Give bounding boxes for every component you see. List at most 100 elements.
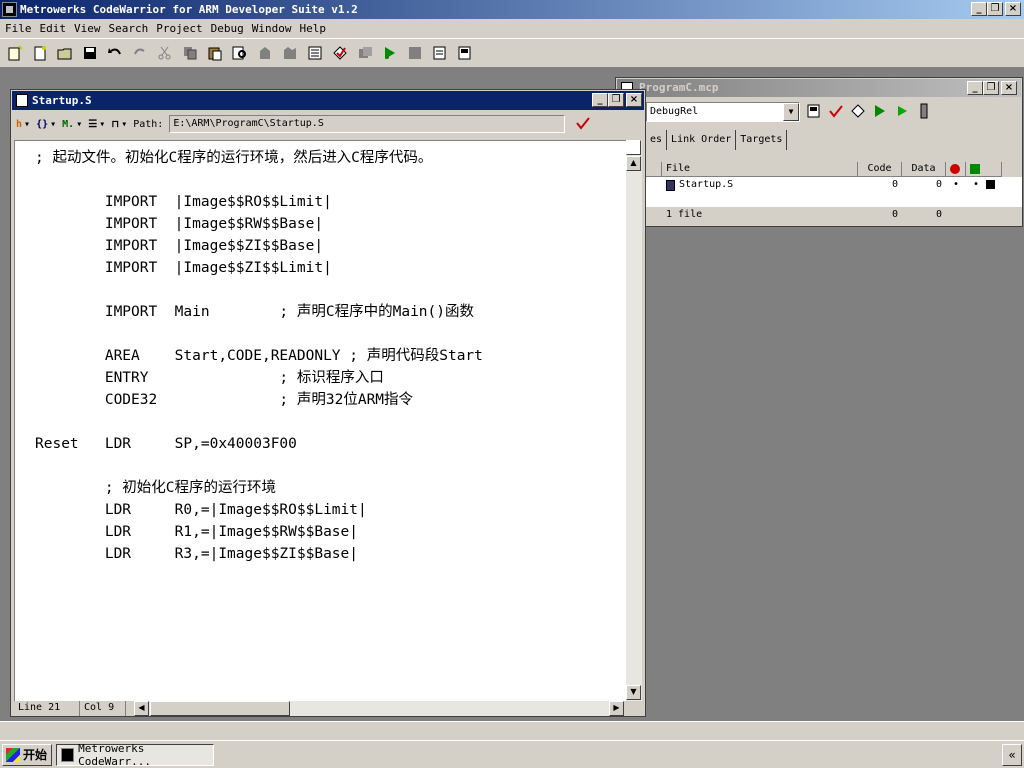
chevron-down-icon[interactable]: ▼ xyxy=(783,103,799,121)
settings-icon[interactable] xyxy=(429,42,451,64)
menu-search[interactable]: Search xyxy=(106,22,152,35)
editor-title-text: Startup.S xyxy=(32,94,92,107)
markers-popup[interactable]: M. ▾ xyxy=(62,119,82,130)
code-line[interactable]: LDR R1,=|Image$$RW$$Base| xyxy=(35,521,358,543)
split-box[interactable] xyxy=(626,140,641,155)
redo-icon[interactable] xyxy=(129,42,151,64)
code-line[interactable]: CODE32 ; 声明32位ARM指令 xyxy=(35,389,413,411)
col-data-header[interactable]: Data xyxy=(902,162,946,177)
cut-icon[interactable] xyxy=(154,42,176,64)
menu-debug[interactable]: Debug xyxy=(208,22,247,35)
stop-icon[interactable] xyxy=(404,42,426,64)
code-line[interactable]: IMPORT |Image$$ZI$$Limit| xyxy=(35,257,332,279)
target-settings-icon[interactable] xyxy=(806,103,822,122)
file-target-flag[interactable]: • xyxy=(966,177,986,207)
col-file-header[interactable]: File xyxy=(662,162,858,177)
editor-window[interactable]: Startup.S _ ❐ × h ▾ {} ▾ M. ▾ ☰ ▾ ⊓ ▾ Path: E… xyxy=(10,89,646,717)
code-line[interactable]: ; 初始化C程序的运行环境 xyxy=(35,477,276,499)
target-settings-icon[interactable] xyxy=(454,42,476,64)
debug-icon[interactable] xyxy=(872,103,888,122)
table-row[interactable]: Startup.S 0 0 • • xyxy=(646,177,1022,207)
tab-link-order[interactable]: Link Order xyxy=(667,130,737,150)
menu-file[interactable]: File xyxy=(2,22,35,35)
minimize-button[interactable]: _ xyxy=(971,2,987,16)
tab-targets[interactable]: Targets xyxy=(736,130,788,150)
paste-icon[interactable] xyxy=(204,42,226,64)
file-name-cell[interactable]: Startup.S xyxy=(662,177,858,193)
document-settings-popup[interactable]: ☰ ▾ xyxy=(88,119,105,130)
editor-maximize-button[interactable]: ❐ xyxy=(608,93,624,107)
code-line[interactable]: AREA Start,CODE,READONLY ; 声明代码段Start xyxy=(35,345,483,367)
project-toolbar: DebugRel ▼ xyxy=(646,100,932,124)
find-icon[interactable] xyxy=(229,42,251,64)
new-file-icon[interactable] xyxy=(29,42,51,64)
compile-icon[interactable] xyxy=(279,42,301,64)
tab-files[interactable]: es xyxy=(646,130,668,150)
menu-project[interactable]: Project xyxy=(153,22,205,35)
editor-title-bar[interactable]: Startup.S _ ❐ × xyxy=(12,91,644,110)
project-close-button[interactable]: × xyxy=(1001,81,1017,95)
header-files-popup[interactable]: h ▾ xyxy=(16,119,30,130)
new-project-icon[interactable] xyxy=(4,42,26,64)
file-debug-flag[interactable]: • xyxy=(946,177,966,207)
bug-col-header[interactable] xyxy=(946,162,966,177)
taskbar-item-label: Metrowerks CodeWarr... xyxy=(78,741,151,768)
menu-view[interactable]: View xyxy=(71,22,104,35)
target-col-header[interactable] xyxy=(966,162,1002,177)
scroll-up-button[interactable]: ▲ xyxy=(626,156,641,171)
functions-popup[interactable]: {} ▾ xyxy=(36,119,56,130)
code-line[interactable]: LDR R0,=|Image$$RO$$Limit| xyxy=(35,499,367,521)
find-next-icon[interactable] xyxy=(254,42,276,64)
copy-icon[interactable] xyxy=(179,42,201,64)
code-line[interactable]: ; 起动文件。初始化C程序的运行环境，然后进入C程序代码。 xyxy=(35,147,432,169)
editor-close-button[interactable]: × xyxy=(626,93,642,107)
horizontal-scrollbar[interactable]: ◀ ▶ xyxy=(134,701,624,716)
code-editor[interactable]: ; 起动文件。初始化C程序的运行环境，然后进入C程序代码。 IMPORT |Im… xyxy=(14,140,626,702)
start-button[interactable]: 开始 xyxy=(2,743,52,766)
project-maximize-button[interactable]: ❐ xyxy=(983,81,999,95)
save-icon[interactable] xyxy=(79,42,101,64)
menu-edit[interactable]: Edit xyxy=(37,22,70,35)
path-field[interactable]: E:\ARM\ProgramC\Startup.S xyxy=(169,115,566,133)
restore-button[interactable]: ❐ xyxy=(987,2,1003,16)
menu-help[interactable]: Help xyxy=(296,22,329,35)
file-menu-icon[interactable] xyxy=(986,177,1002,207)
target-select[interactable]: DebugRel ▼ xyxy=(646,102,800,122)
open-icon[interactable] xyxy=(54,42,76,64)
project-minimize-button[interactable]: _ xyxy=(967,81,983,95)
menu-window[interactable]: Window xyxy=(249,22,295,35)
tray-expand-button[interactable]: « xyxy=(1002,744,1022,766)
codewarrior-app-icon[interactable] xyxy=(2,2,17,17)
undo-icon[interactable] xyxy=(104,42,126,64)
code-line[interactable]: Reset LDR SP,=0x40003F00 xyxy=(35,433,297,455)
scroll-down-button[interactable]: ▼ xyxy=(626,685,641,700)
code-line[interactable]: IMPORT |Image$$RW$$Base| xyxy=(35,213,323,235)
scroll-left-button[interactable]: ◀ xyxy=(134,701,149,716)
close-button[interactable]: × xyxy=(1005,2,1021,16)
code-line[interactable]: IMPORT |Image$$ZI$$Base| xyxy=(35,235,323,257)
debug-icon[interactable] xyxy=(379,42,401,64)
scroll-right-button[interactable]: ▶ xyxy=(609,701,624,716)
bring-up-to-date-icon[interactable] xyxy=(304,42,326,64)
run-icon[interactable] xyxy=(894,103,910,122)
horizontal-scroll-thumb[interactable] xyxy=(150,701,290,716)
col-code-header[interactable]: Code xyxy=(858,162,902,177)
taskbar-item-codewarrior[interactable]: Metrowerks CodeWarr... xyxy=(56,741,214,768)
main-toolbar xyxy=(0,38,1024,68)
vertical-scrollbar[interactable]: ▲ ▼ xyxy=(626,140,642,701)
code-line[interactable]: IMPORT Main ; 声明C程序中的Main()函数 xyxy=(35,301,474,323)
check-icon[interactable] xyxy=(575,115,591,134)
main-title-bar[interactable]: Metrowerks CodeWarrior for ARM Developer… xyxy=(0,0,1024,19)
code-line[interactable]: ENTRY ; 标识程序入口 xyxy=(35,367,384,389)
code-line[interactable]: LDR R3,=|Image$$ZI$$Base| xyxy=(35,543,358,565)
lock-popup[interactable]: ⊓ ▾ xyxy=(111,119,127,130)
check-icon[interactable] xyxy=(828,103,844,122)
project-icon[interactable] xyxy=(354,42,376,64)
make-icon[interactable] xyxy=(850,103,866,122)
project-title-bar[interactable]: ProgramC.mcp _ ❐ × xyxy=(617,79,1021,97)
phone-icon[interactable] xyxy=(916,103,932,122)
editor-minimize-button[interactable]: _ xyxy=(592,93,608,107)
project-window[interactable]: ProgramC.mcp _ ❐ × DebugRel ▼ es Link Or… xyxy=(615,77,1023,227)
code-line[interactable]: IMPORT |Image$$RO$$Limit| xyxy=(35,191,332,213)
make-icon[interactable] xyxy=(329,42,351,64)
